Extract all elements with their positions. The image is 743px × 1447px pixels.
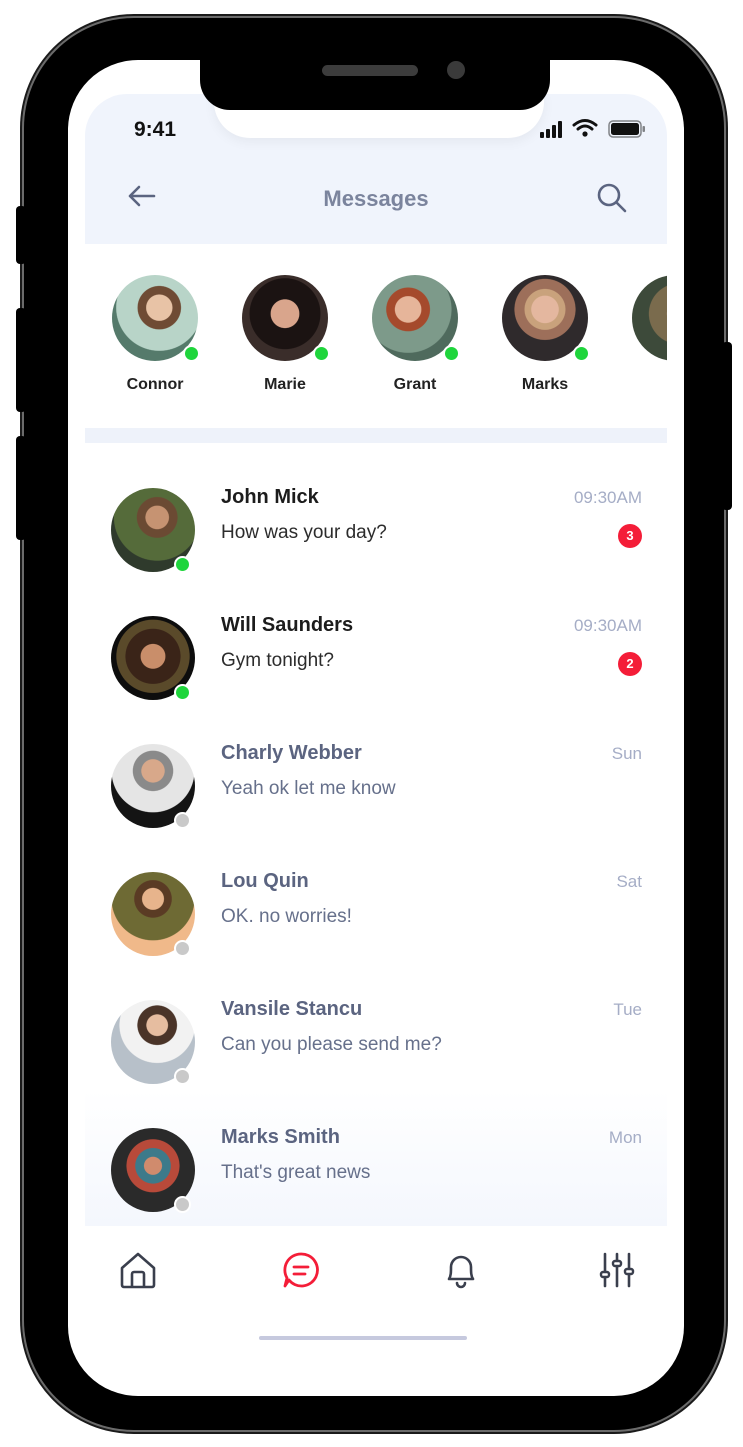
mute-switch xyxy=(16,206,26,264)
phone-screen: 9:41 Messages Connor Marie Grant Marks J… xyxy=(68,60,684,1396)
story-name: Grant xyxy=(393,376,437,393)
chat-icon[interactable] xyxy=(281,1250,321,1290)
online-indicator xyxy=(313,345,330,362)
battery-icon xyxy=(608,120,645,138)
avatar xyxy=(632,275,667,361)
message-preview: That's great news xyxy=(221,1162,371,1183)
story-name: Connor xyxy=(126,376,184,393)
front-camera xyxy=(447,61,465,79)
avatar xyxy=(502,275,590,362)
message-preview: OK. no worries! xyxy=(221,906,352,927)
wifi-icon xyxy=(572,119,598,137)
online-indicator xyxy=(174,684,191,701)
contact-name: Vansile Stancu xyxy=(221,998,363,1020)
message-time: 09:30AM xyxy=(573,488,642,507)
story-item[interactable]: Connor xyxy=(100,275,210,394)
online-indicator xyxy=(174,556,191,573)
message-preview: Can you please send me? xyxy=(221,1034,442,1055)
story-item[interactable]: Marks xyxy=(490,275,600,394)
message-time: Mon xyxy=(608,1128,642,1147)
unread-badge: 2 xyxy=(618,652,642,676)
contact-name: Charly Webber xyxy=(221,742,362,764)
contact-name: Lou Quin xyxy=(221,870,309,892)
message-time: 09:30AM xyxy=(573,616,642,635)
volume-down-button xyxy=(16,436,26,540)
avatar xyxy=(372,275,460,362)
chat-row[interactable]: Charly Webber Yeah ok let me know Sun xyxy=(85,732,667,860)
message-preview: Yeah ok let me know xyxy=(221,778,396,799)
offline-indicator xyxy=(174,1196,191,1213)
contact-name: John Mick xyxy=(221,486,319,508)
search-icon[interactable] xyxy=(596,182,628,214)
online-indicator xyxy=(573,345,590,362)
story-name: Marks xyxy=(521,376,569,393)
message-preview: Gym tonight? xyxy=(221,650,334,671)
stories-bar: Connor Marie Grant Marks J xyxy=(85,244,667,430)
chat-row[interactable]: Lou Quin OK. no worries! Sat xyxy=(85,860,667,988)
bell-icon[interactable] xyxy=(441,1250,481,1290)
notch xyxy=(200,52,550,110)
contact-name: Marks Smith xyxy=(221,1126,340,1148)
chat-row[interactable]: Vansile Stancu Can you please send me? T… xyxy=(85,988,667,1116)
online-indicator xyxy=(443,345,460,362)
chat-row[interactable]: John Mick How was your day? 09:30AM 3 xyxy=(85,476,667,604)
message-time: Sat xyxy=(616,872,642,891)
offline-indicator xyxy=(174,1068,191,1085)
sliders-icon[interactable] xyxy=(597,1250,637,1290)
message-time: Tue xyxy=(613,1000,642,1019)
chat-row[interactable]: Will Saunders Gym tonight? 09:30AM 2 xyxy=(85,604,667,732)
chat-row[interactable]: Marks Smith That's great news Mon xyxy=(85,1116,667,1244)
speaker xyxy=(322,65,418,76)
unread-badge: 3 xyxy=(618,524,642,548)
story-item[interactable]: Grant xyxy=(360,275,470,394)
story-item[interactable]: J xyxy=(620,275,667,394)
offline-indicator xyxy=(174,812,191,829)
page-title: Messages xyxy=(323,186,429,211)
online-indicator xyxy=(183,345,200,362)
bottom-nav xyxy=(85,1226,667,1316)
volume-up-button xyxy=(16,308,26,412)
avatar xyxy=(112,275,200,362)
section-divider xyxy=(85,428,667,443)
home-icon[interactable] xyxy=(118,1250,158,1290)
offline-indicator xyxy=(174,940,191,957)
story-name: J xyxy=(620,376,667,394)
home-indicator[interactable] xyxy=(259,1336,467,1340)
power-button xyxy=(722,342,732,510)
status-time: 9:41 xyxy=(134,118,177,141)
signal-icon xyxy=(540,121,562,138)
message-time: Sun xyxy=(611,744,642,763)
avatar xyxy=(242,275,330,362)
contact-name: Will Saunders xyxy=(221,614,354,636)
story-name: Marie xyxy=(264,376,306,393)
story-item[interactable]: Marie xyxy=(230,275,340,394)
message-preview: How was your day? xyxy=(221,522,387,543)
